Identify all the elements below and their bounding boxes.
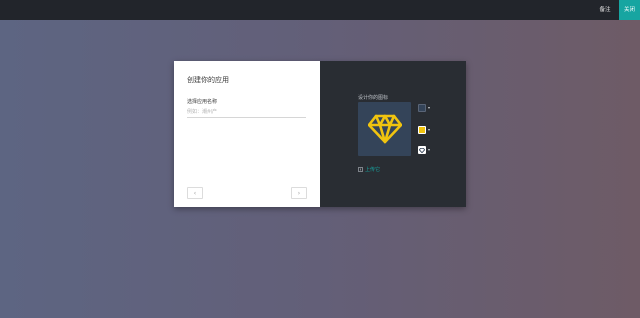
background-color-swatch[interactable] — [418, 104, 426, 112]
icon-preview — [358, 102, 411, 156]
icon-color-swatch[interactable] — [418, 126, 426, 134]
caret-down-icon: ▾ — [428, 105, 431, 110]
upload-button[interactable]: 上传它 — [358, 166, 380, 173]
app-form-panel: 创建你的应用 选择应用名称 ‹ › — [174, 61, 320, 207]
upload-label: 上传它 — [365, 167, 381, 173]
background-color-picker[interactable]: ▾ — [418, 104, 430, 112]
icon-shape-picker[interactable]: ▾ — [418, 146, 430, 154]
chevron-left-icon: ‹ — [193, 189, 197, 197]
icon-design-panel: 设计你的图标 ▾ ▾ ▾ 上传它 — [320, 61, 466, 207]
create-app-card: 创建你的应用 选择应用名称 ‹ › 设计你的图标 ▾ — [174, 61, 466, 207]
app-name-input[interactable] — [187, 107, 306, 118]
close-button[interactable]: 关闭 — [619, 0, 640, 20]
app-name-label: 选择应用名称 — [187, 99, 218, 105]
icon-shape-swatch[interactable] — [418, 146, 426, 154]
diamond-icon — [419, 147, 425, 153]
caret-down-icon: ▾ — [428, 147, 431, 152]
page-title: 创建你的应用 — [187, 76, 229, 84]
icon-color-picker[interactable]: ▾ — [418, 126, 430, 134]
next-button[interactable]: › — [291, 187, 307, 199]
chevron-right-icon: › — [297, 189, 301, 197]
previous-button[interactable]: ‹ — [187, 187, 203, 199]
note-button[interactable]: 备注 — [593, 0, 617, 20]
design-icon-label: 设计你的图标 — [358, 95, 389, 101]
caret-down-icon: ▾ — [428, 127, 431, 132]
upload-icon — [358, 167, 363, 172]
top-bar: 备注 关闭 — [0, 0, 640, 20]
diamond-icon — [367, 114, 402, 144]
